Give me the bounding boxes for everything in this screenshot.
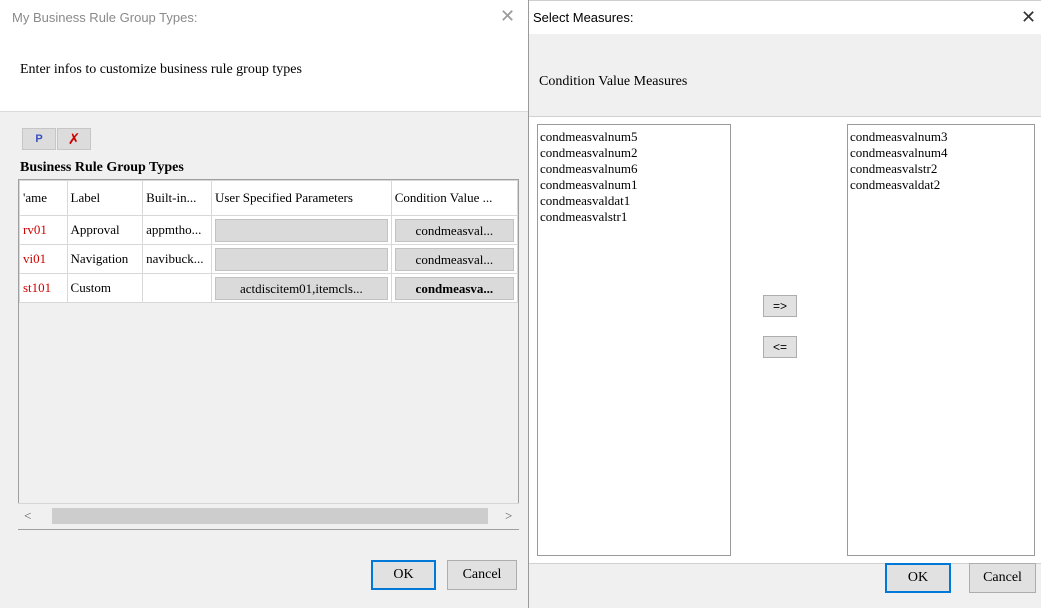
- params-button[interactable]: [214, 218, 388, 242]
- params-button[interactable]: [214, 247, 388, 271]
- horizontal-scrollbar[interactable]: < >: [18, 503, 519, 529]
- delete-icon: ✗: [67, 131, 81, 148]
- rule-group-table: 'ame Label Built-in... User Specified Pa…: [18, 179, 519, 530]
- business-rule-dialog: My Business Rule Group Types: ✕ Enter in…: [0, 0, 528, 608]
- cell-builtin[interactable]: [142, 273, 212, 303]
- cell-builtin[interactable]: navibuck...: [142, 244, 212, 274]
- column-header-name[interactable]: 'ame: [19, 180, 68, 216]
- list-item[interactable]: condmeasvaldat1: [540, 193, 728, 209]
- condition-button[interactable]: condmeasval...: [394, 218, 514, 242]
- scroll-left-icon[interactable]: <: [24, 508, 31, 524]
- list-item[interactable]: condmeasvalnum6: [540, 161, 728, 177]
- cell-name[interactable]: vi01: [19, 244, 68, 274]
- add-button[interactable]: P: [22, 128, 56, 150]
- condition-button[interactable]: condmeasva...: [394, 276, 514, 300]
- list-item[interactable]: condmeasvaldat2: [850, 177, 1032, 193]
- cell-name[interactable]: rv01: [19, 215, 68, 245]
- dialog-subtitle: Condition Value Measures: [539, 74, 688, 89]
- cell-name[interactable]: st101: [19, 273, 68, 303]
- list-item[interactable]: condmeasvalnum5: [540, 129, 728, 145]
- column-header-condition[interactable]: Condition Value ...: [390, 180, 518, 216]
- column-header-parameters[interactable]: User Specified Parameters: [210, 180, 392, 216]
- list-item[interactable]: condmeasvalstr2: [850, 161, 1032, 177]
- table-row[interactable]: st101 Custom actdiscitem01,itemcls... co…: [19, 273, 518, 303]
- delete-button[interactable]: ✗: [57, 128, 91, 150]
- ok-button[interactable]: OK: [885, 563, 951, 593]
- list-item[interactable]: condmeasvalstr1: [540, 209, 728, 225]
- cell-condition: condmeasva...: [390, 273, 518, 303]
- selected-measures-list[interactable]: condmeasvalnum3 condmeasvalnum4 condmeasva…: [847, 124, 1035, 556]
- params-button[interactable]: actdiscitem01,itemcls...: [214, 276, 388, 300]
- close-icon[interactable]: ✕: [500, 7, 515, 25]
- section-title: Business Rule Group Types: [20, 160, 184, 175]
- list-item[interactable]: condmeasvalnum3: [850, 129, 1032, 145]
- ok-button[interactable]: OK: [371, 560, 436, 590]
- table-row[interactable]: vi01 Navigation navibuck... condmeasval.…: [19, 244, 518, 274]
- cell-condition: condmeasval...: [390, 215, 518, 245]
- select-measures-dialog: Select Measures: ✕ Condition Value Measu…: [528, 0, 1041, 608]
- column-header-builtin[interactable]: Built-in...: [142, 180, 212, 216]
- cell-params: [210, 215, 392, 245]
- table-row[interactable]: rv01 Approval appmtho... condmeasval...: [19, 215, 518, 245]
- move-right-button[interactable]: =>: [763, 295, 797, 317]
- list-item[interactable]: condmeasvalnum2: [540, 145, 728, 161]
- table-header-row: 'ame Label Built-in... User Specified Pa…: [19, 180, 518, 216]
- cell-params: actdiscitem01,itemcls...: [210, 273, 392, 303]
- scroll-thumb[interactable]: [52, 508, 488, 524]
- available-measures-list[interactable]: condmeasvalnum5 condmeasvalnum2 condmeasva…: [537, 124, 731, 556]
- list-item[interactable]: condmeasvalnum4: [850, 145, 1032, 161]
- cell-label[interactable]: Custom: [66, 273, 144, 303]
- cell-condition: condmeasval...: [390, 244, 518, 274]
- cancel-button[interactable]: Cancel: [447, 560, 517, 590]
- condition-button[interactable]: condmeasval...: [394, 247, 514, 271]
- dialog-subtitle: Enter infos to customize business rule g…: [20, 62, 302, 77]
- cell-params: [210, 244, 392, 274]
- cancel-button[interactable]: Cancel: [969, 563, 1036, 593]
- cell-label[interactable]: Navigation: [66, 244, 144, 274]
- scroll-right-icon[interactable]: >: [505, 508, 512, 524]
- dialog-title: My Business Rule Group Types:: [12, 10, 198, 25]
- list-item[interactable]: condmeasvalnum1: [540, 177, 728, 193]
- dialog-title: Select Measures:: [533, 10, 634, 25]
- close-icon[interactable]: ✕: [1021, 8, 1036, 26]
- move-left-button[interactable]: <=: [763, 336, 797, 358]
- cell-builtin[interactable]: appmtho...: [142, 215, 212, 245]
- column-header-label[interactable]: Label: [66, 180, 144, 216]
- add-icon: P: [35, 133, 43, 145]
- cell-label[interactable]: Approval: [66, 215, 144, 245]
